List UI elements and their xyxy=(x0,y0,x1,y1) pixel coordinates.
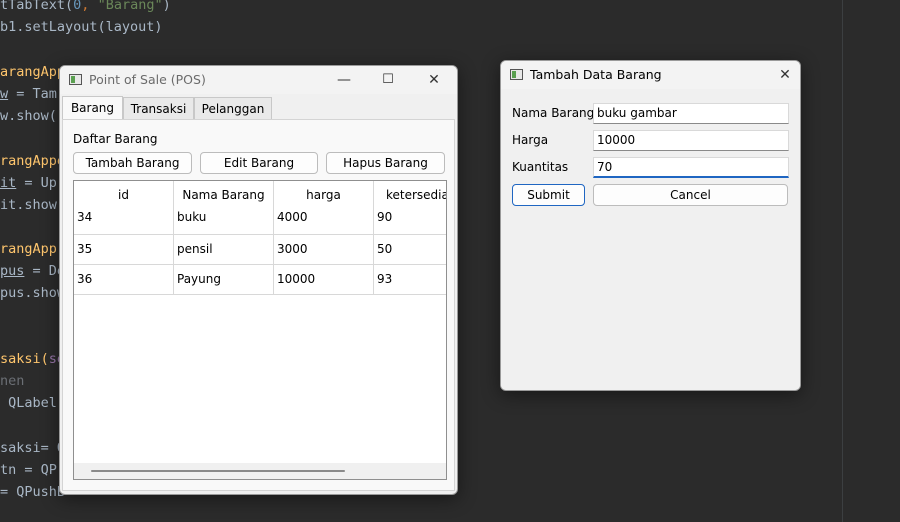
maximize-icon[interactable]: ☐ xyxy=(372,69,404,91)
table-cell[interactable]: buku xyxy=(174,209,274,235)
table-cell[interactable]: 36 xyxy=(74,265,174,295)
kuantitas-input[interactable]: 70 xyxy=(593,157,789,178)
nama-barang-input[interactable]: buku gambar xyxy=(593,103,789,124)
code-line: tn = QP xyxy=(0,460,57,480)
edit-item-button[interactable]: Edit Barang xyxy=(200,152,318,174)
table-row[interactable]: 36 Payung 10000 93 xyxy=(74,265,446,295)
table-row[interactable]: 35 pensil 3000 50 xyxy=(74,235,446,265)
column-header-nama-barang[interactable]: Nama Barang xyxy=(174,181,274,209)
tab-pelanggan[interactable]: Pelanggan xyxy=(194,97,272,119)
table-cell[interactable]: 93 xyxy=(374,265,446,295)
code-line: saksi(se xyxy=(0,349,65,369)
close-icon[interactable]: ✕ xyxy=(769,64,800,86)
tab-barang[interactable]: Barang xyxy=(62,96,123,120)
code-line: saksi= Q xyxy=(0,438,65,458)
code-token: w xyxy=(0,86,9,102)
close-icon[interactable]: ✕ xyxy=(418,69,450,91)
section-title-daftar-barang: Daftar Barang xyxy=(73,132,158,146)
code-token: w.show( xyxy=(0,108,57,124)
column-header-harga[interactable]: harga xyxy=(274,181,374,209)
column-header-ketersediaan[interactable]: ketersediaan xyxy=(374,181,446,209)
code-line: b1.setLayout(layout) xyxy=(0,17,163,37)
code-token: it.show xyxy=(0,197,57,213)
pos-window: Point of Sale (POS) — ☐ ✕ Barang Transak… xyxy=(59,65,458,495)
add-item-dialog: Tambah Data Barang ✕ Nama Barang buku ga… xyxy=(500,60,801,391)
code-line: rangApp xyxy=(0,239,57,259)
code-line: nen xyxy=(0,371,24,391)
items-table[interactable]: id Nama Barang harga ketersediaan 34 buk… xyxy=(73,180,447,480)
kuantitas-label: Kuantitas xyxy=(512,160,569,174)
code-token: arangApp xyxy=(0,64,66,80)
code-line: arangApp xyxy=(0,62,65,82)
harga-label: Harga xyxy=(512,133,549,147)
code-token: saksi( xyxy=(0,351,49,367)
nama-barang-label: Nama Barang xyxy=(512,106,595,120)
code-line: pus = De xyxy=(0,261,65,281)
pos-titlebar[interactable]: Point of Sale (POS) — ☐ ✕ xyxy=(60,66,457,94)
code-token: ) xyxy=(162,0,171,13)
code-token: tn = QP xyxy=(0,462,57,478)
code-token: = Up xyxy=(16,175,57,191)
code-line: it = Up xyxy=(0,173,57,193)
code-token: "Barang" xyxy=(97,0,163,13)
code-line: QLabel xyxy=(0,393,57,413)
table-cell[interactable]: 90 xyxy=(374,209,446,235)
code-line: = QPushB xyxy=(0,482,65,502)
table-cell[interactable]: 35 xyxy=(74,235,174,265)
code-line: w = Tam xyxy=(0,84,57,104)
code-line: rangAppe xyxy=(0,151,65,171)
editor-right-margin-line xyxy=(842,0,843,522)
code-token: = Tam xyxy=(8,86,57,102)
cancel-button[interactable]: Cancel xyxy=(593,184,788,206)
code-line: tTabText(0, "Barang") xyxy=(0,0,171,15)
table-cell[interactable]: 10000 xyxy=(274,265,374,295)
code-token: it xyxy=(0,175,17,191)
code-line: w.show( xyxy=(0,106,57,126)
dialog-body: Nama Barang buku gambar Harga 10000 Kuan… xyxy=(501,91,800,390)
table-cell[interactable]: pensil xyxy=(174,235,274,265)
code-token: saksi= Q xyxy=(0,440,66,456)
code-token: nen xyxy=(0,373,25,389)
table-cell[interactable]: Payung xyxy=(174,265,274,295)
code-line: pus.show xyxy=(0,283,65,303)
code-token: b1.setLayout(layout) xyxy=(0,19,163,35)
dialog-titlebar[interactable]: Tambah Data Barang ✕ xyxy=(501,61,800,89)
pos-window-title: Point of Sale (POS) xyxy=(89,72,206,87)
submit-button[interactable]: Submit xyxy=(512,184,585,206)
code-token: pus.show xyxy=(0,285,66,301)
code-token: = QPushB xyxy=(0,484,66,500)
code-line: it.show xyxy=(0,195,57,215)
code-token: rangAppe xyxy=(0,153,66,169)
column-header-id[interactable]: id xyxy=(74,181,174,209)
table-cell[interactable]: 50 xyxy=(374,235,446,265)
add-item-button[interactable]: Tambah Barang xyxy=(73,152,192,174)
horizontal-scrollbar[interactable] xyxy=(74,463,446,479)
tab-transaksi[interactable]: Transaksi xyxy=(123,97,194,119)
dialog-title: Tambah Data Barang xyxy=(530,67,662,82)
code-token: tTabText( xyxy=(0,0,74,13)
app-window-icon xyxy=(69,74,82,85)
code-token: pus xyxy=(0,263,25,279)
barang-tab-panel: Daftar Barang Tambah Barang Edit Barang … xyxy=(62,119,455,491)
scrollbar-thumb[interactable] xyxy=(91,470,345,472)
table-cell[interactable]: 4000 xyxy=(274,209,374,235)
code-token: , xyxy=(81,0,98,13)
harga-input[interactable]: 10000 xyxy=(593,130,789,151)
table-cell[interactable]: 3000 xyxy=(274,235,374,265)
code-token: QLabel xyxy=(0,395,57,411)
table-row[interactable]: 34 buku 4000 90 xyxy=(74,209,446,235)
code-token: rangApp xyxy=(0,241,57,257)
app-window-icon xyxy=(510,69,523,80)
delete-item-button[interactable]: Hapus Barang xyxy=(326,152,445,174)
minimize-icon[interactable]: — xyxy=(328,69,360,91)
table-cell[interactable]: 34 xyxy=(74,209,174,235)
